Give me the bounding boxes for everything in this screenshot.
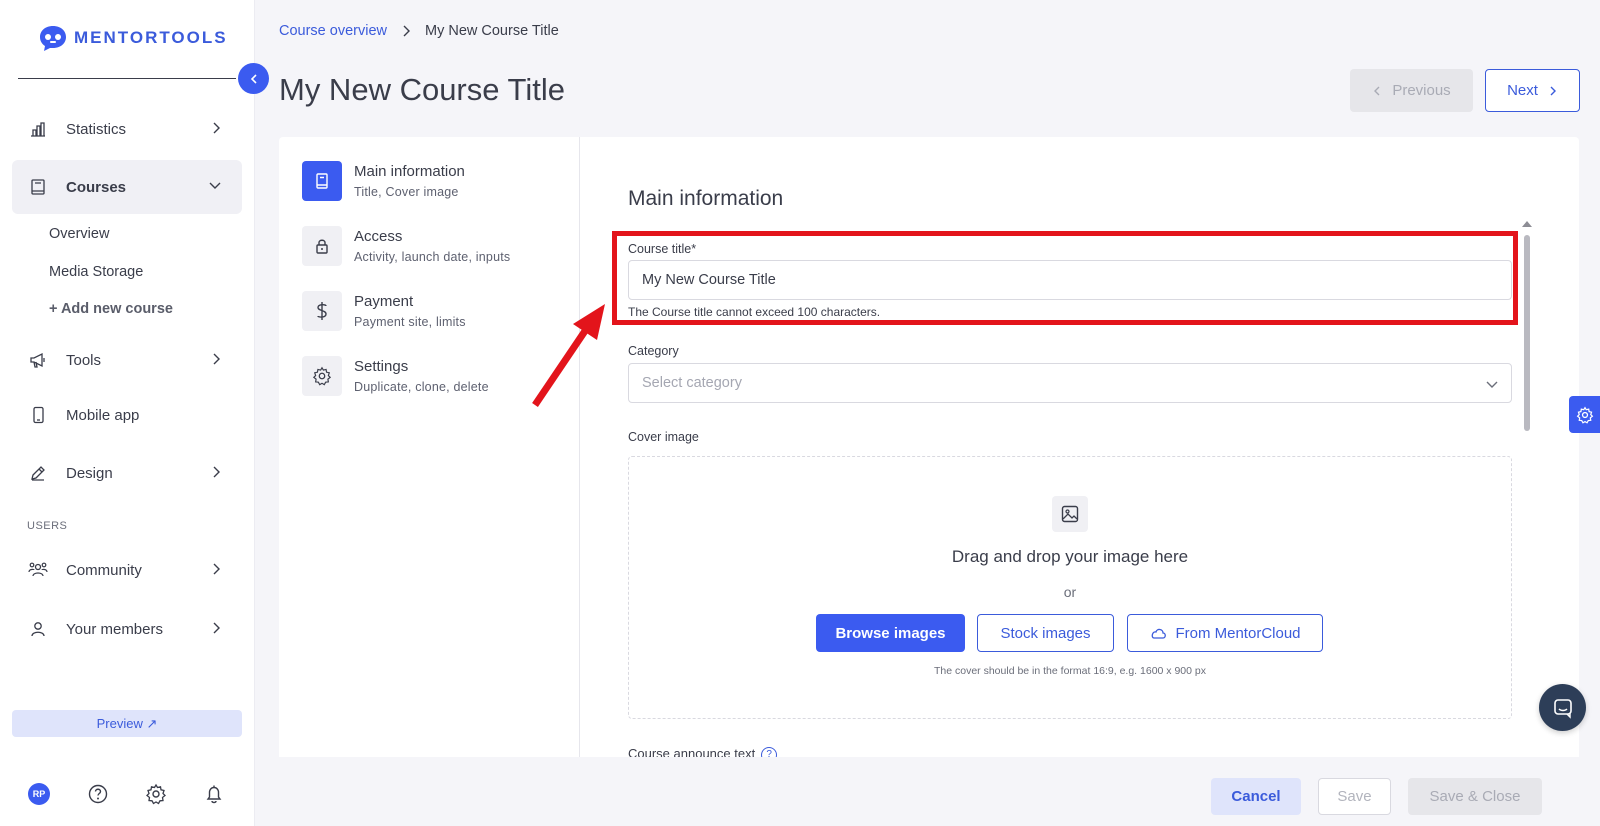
category-placeholder: Select category xyxy=(642,375,742,391)
sidebar-item-tools[interactable]: Tools xyxy=(12,333,242,387)
cloud-icon xyxy=(1152,628,1167,639)
previous-label: Previous xyxy=(1392,82,1451,99)
cover-format-note: The cover should be in the format 16:9, … xyxy=(933,665,1206,677)
sidebar-item-design[interactable]: Design xyxy=(12,446,242,500)
breadcrumb: Course overview My New Course Title xyxy=(279,23,559,39)
brand-logo[interactable]: MENTORTOOLS xyxy=(38,24,228,52)
scroll-up-arrow[interactable] xyxy=(1522,221,1532,227)
next-label: Next xyxy=(1507,82,1538,99)
sidebar-item-label: Your members xyxy=(66,620,163,638)
sidebar-subitem-add-new-course[interactable]: + Add new course xyxy=(49,301,173,317)
sidebar-item-statistics[interactable]: Statistics xyxy=(12,102,242,156)
sidebar-item-label: Community xyxy=(66,561,142,579)
step-main-information[interactable]: Main information Title, Cover image xyxy=(302,161,465,201)
chevron-right-icon xyxy=(213,466,220,478)
chevron-right-icon xyxy=(403,25,410,37)
sidebar-item-community[interactable]: Community xyxy=(12,543,242,597)
chevron-right-icon xyxy=(1550,86,1556,95)
sidebar-item-label: Statistics xyxy=(66,120,127,138)
step-title: Access xyxy=(354,228,403,245)
lock-icon xyxy=(302,226,342,266)
step-settings[interactable]: Settings Duplicate, clone, delete xyxy=(302,356,489,396)
previous-button[interactable]: Previous xyxy=(1350,69,1473,112)
step-subtitle: Title, Cover image xyxy=(354,185,459,199)
section-label-users: USERS xyxy=(27,520,68,532)
mobile-icon xyxy=(28,405,48,425)
preview-button[interactable]: Preview ↗ xyxy=(12,710,242,737)
step-title: Main information xyxy=(354,163,465,180)
step-subtitle: Duplicate, clone, delete xyxy=(354,380,489,394)
steps-divider xyxy=(579,137,580,757)
image-icon xyxy=(1052,496,1088,532)
sidebar-item-label: Mobile app xyxy=(66,406,140,424)
chevron-right-icon xyxy=(213,122,220,134)
collapse-sidebar-button[interactable] xyxy=(238,63,269,94)
step-subtitle: Payment site, limits xyxy=(354,315,466,329)
chat-icon xyxy=(1553,698,1572,719)
category-select[interactable]: Select category xyxy=(628,363,1512,403)
sidebar-item-courses[interactable]: Courses xyxy=(12,160,242,214)
sidebar-subitem-overview[interactable]: Overview xyxy=(49,226,109,242)
browse-images-button[interactable]: Browse images xyxy=(816,614,965,652)
sidebar-item-your-members[interactable]: Your members xyxy=(12,602,242,656)
dropzone-or: or xyxy=(1063,584,1077,600)
chevron-down-icon xyxy=(1486,381,1498,388)
dropzone-title: Drag and drop your image here xyxy=(951,547,1189,566)
chevron-left-icon xyxy=(1374,86,1380,95)
breadcrumb-link-course-overview[interactable]: Course overview xyxy=(279,23,387,39)
annotation-arrow xyxy=(532,304,605,407)
avatar[interactable]: RP xyxy=(28,783,50,805)
cover-image-label: Cover image xyxy=(628,430,699,444)
gear-icon xyxy=(302,356,342,396)
settings-side-tab[interactable] xyxy=(1569,396,1600,433)
step-payment[interactable]: Payment Payment site, limits xyxy=(302,291,466,331)
user-icon xyxy=(28,619,48,639)
brand-name: MENTORTOOLS xyxy=(74,28,228,47)
step-subtitle: Activity, launch date, inputs xyxy=(354,250,511,264)
footer-bar xyxy=(255,757,1600,826)
step-title: Settings xyxy=(354,358,409,375)
step-title: Payment xyxy=(354,293,414,310)
book-icon xyxy=(28,177,48,197)
scrollbar-thumb[interactable] xyxy=(1524,235,1530,431)
mentortools-logo-icon xyxy=(40,26,66,51)
highlight-box xyxy=(612,231,1518,325)
bar-chart-icon xyxy=(28,119,48,139)
gear-icon xyxy=(1576,405,1593,424)
cancel-button[interactable]: Cancel xyxy=(1211,778,1301,815)
sidebar-item-mobile-app[interactable]: Mobile app xyxy=(12,388,242,442)
chat-widget-button[interactable] xyxy=(1539,684,1586,731)
sidebar-divider xyxy=(18,78,236,79)
chevron-right-icon xyxy=(213,563,220,575)
breadcrumb-current: My New Course Title xyxy=(425,23,559,39)
save-button[interactable]: Save xyxy=(1318,778,1391,815)
save-and-close-button[interactable]: Save & Close xyxy=(1408,778,1542,815)
sidebar-item-label: Courses xyxy=(66,178,127,196)
sidebar-item-label: Design xyxy=(66,464,113,482)
sidebar-subitem-media-storage[interactable]: Media Storage xyxy=(49,264,143,280)
chevron-left-icon xyxy=(250,73,257,84)
sidebar-item-label: Tools xyxy=(66,351,102,369)
chevron-down-icon xyxy=(209,182,221,189)
bell-icon[interactable] xyxy=(203,783,225,805)
category-label: Category xyxy=(628,344,679,358)
gear-icon[interactable] xyxy=(145,783,167,805)
chevron-right-icon xyxy=(213,622,220,634)
section-title: Main information xyxy=(628,187,784,210)
dollar-icon xyxy=(302,291,342,331)
from-mentorcloud-label: From MentorCloud xyxy=(1175,624,1301,642)
next-button[interactable]: Next xyxy=(1485,69,1580,112)
chevron-right-icon xyxy=(213,353,220,365)
book-icon xyxy=(302,161,342,201)
stock-images-button[interactable]: Stock images xyxy=(977,614,1114,652)
step-access[interactable]: Access Activity, launch date, inputs xyxy=(302,226,510,266)
page-title: My New Course Title xyxy=(279,72,565,107)
community-icon xyxy=(28,560,48,580)
help-icon[interactable] xyxy=(87,783,109,805)
from-mentorcloud-button[interactable]: From MentorCloud xyxy=(1127,614,1323,652)
pencil-icon xyxy=(28,463,48,483)
megaphone-icon xyxy=(28,350,48,370)
